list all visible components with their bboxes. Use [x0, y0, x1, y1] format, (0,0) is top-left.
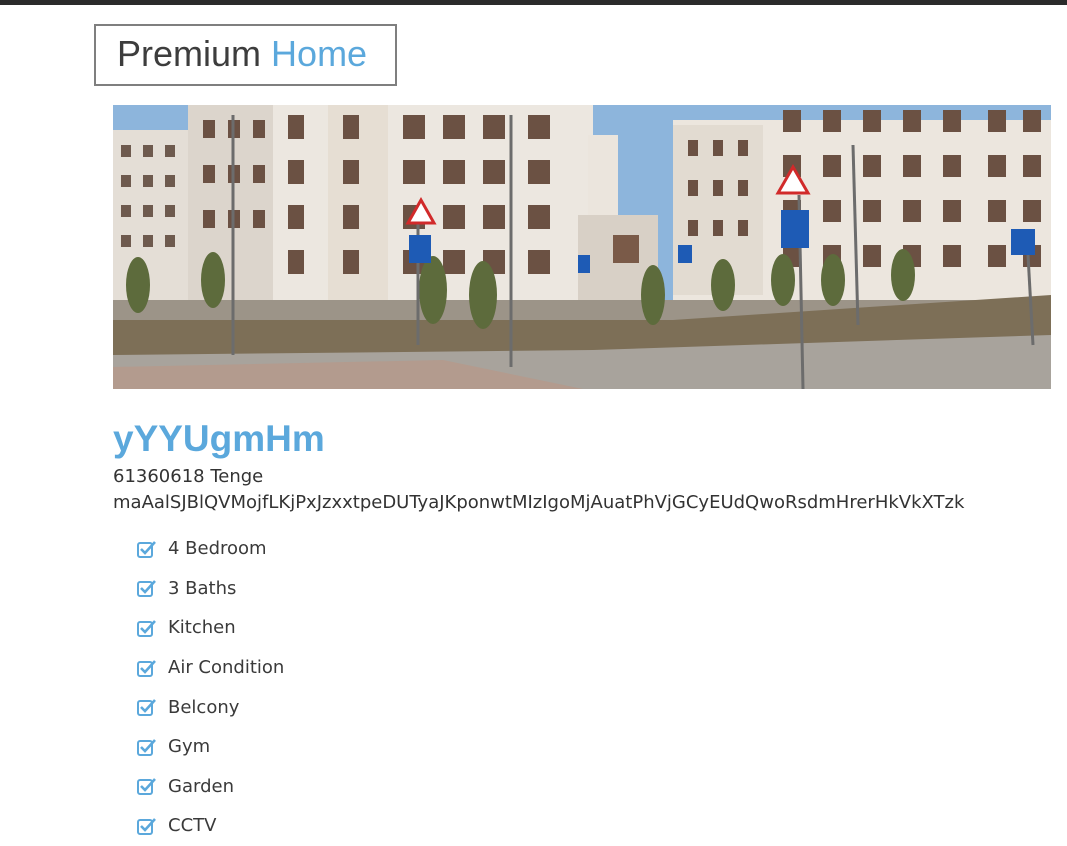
- feature-label: 4 Bedroom: [168, 538, 267, 560]
- checkbox-icon: [137, 540, 156, 558]
- checkbox-icon: [137, 580, 156, 598]
- feature-label: CCTV: [168, 815, 217, 837]
- property-photo: [113, 105, 1051, 389]
- feature-item: 3 Baths: [137, 569, 284, 609]
- logo-word-premium: Premium: [117, 33, 262, 74]
- feature-item: CCTV: [137, 806, 284, 846]
- listing-title: yYYUgmHm: [113, 418, 325, 459]
- feature-item: Garden: [137, 767, 284, 807]
- checkbox-icon: [137, 738, 156, 756]
- feature-label: Belcony: [168, 696, 240, 718]
- feature-item: Belcony: [137, 687, 284, 727]
- feature-label: Kitchen: [168, 617, 236, 639]
- listing-price: 61360618 Tenge: [113, 466, 264, 487]
- logo-word-home: Home: [271, 33, 368, 74]
- feature-list: 4 Bedroom 3 Baths Kitchen Air Condition …: [137, 529, 284, 846]
- checkbox-icon: [137, 778, 156, 796]
- feature-label: Garden: [168, 775, 234, 797]
- checkbox-icon: [137, 620, 156, 637]
- listing-description: maAalSJBlQVMojfLKjPxJzxxtpeDUTyaJKponwtM…: [113, 492, 965, 513]
- top-bar: [0, 0, 1067, 5]
- feature-item: Gym: [137, 727, 284, 767]
- feature-item: Kitchen: [137, 608, 284, 648]
- feature-item: Air Condition: [137, 648, 284, 688]
- feature-label: Air Condition: [168, 657, 285, 679]
- feature-label: Gym: [168, 736, 211, 758]
- feature-label: 3 Baths: [168, 577, 237, 599]
- checkbox-icon: [137, 818, 156, 835]
- site-logo[interactable]: Premium Home: [94, 24, 397, 86]
- checkbox-icon: [137, 659, 156, 677]
- feature-item: 4 Bedroom: [137, 529, 284, 569]
- checkbox-icon: [137, 699, 156, 717]
